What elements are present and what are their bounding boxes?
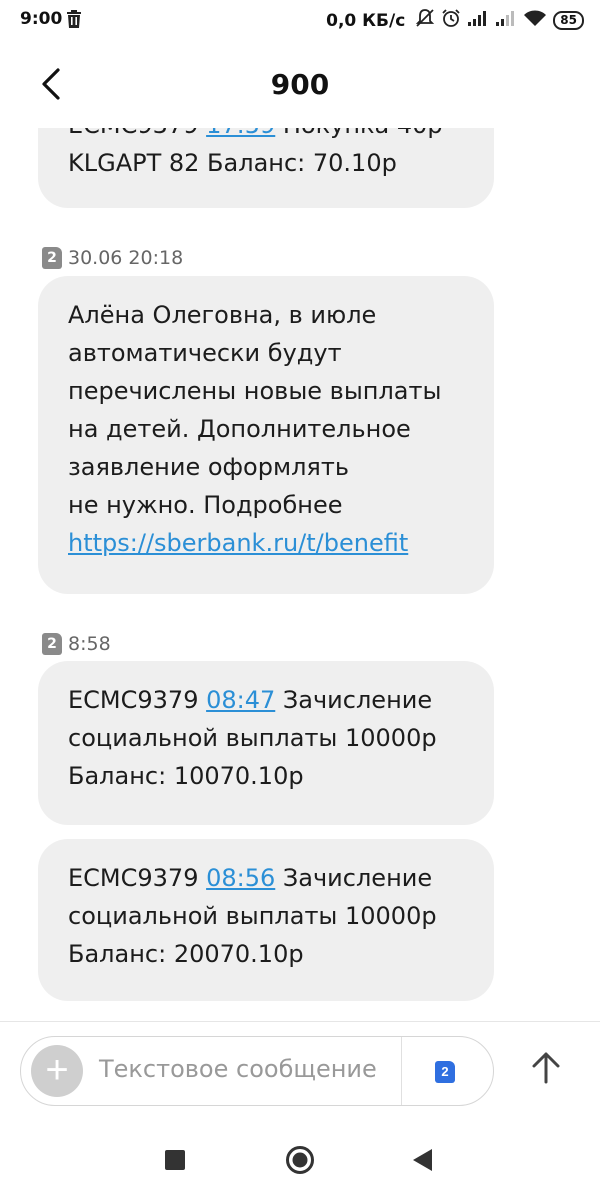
trash-icon: [66, 10, 82, 33]
triangle-back-icon: [413, 1149, 432, 1171]
message-bubble[interactable]: ECMC9379 08:56 Зачисление социальной выпл…: [38, 839, 494, 1001]
wifi-icon: [523, 9, 547, 32]
divider: [401, 1037, 402, 1105]
network-speed: 0,0 КБ/с: [326, 10, 406, 31]
message-text: Покупка 40р: [275, 128, 443, 139]
status-time: 9:00: [20, 9, 63, 29]
message-link[interactable]: 08:47: [206, 686, 275, 714]
message-text: ECMC9379: [68, 128, 206, 139]
message-line: Баланс: 20070.10р: [68, 935, 464, 973]
message-text: Зачисление: [275, 864, 433, 892]
message-line: социальной выплаты 10000р: [68, 719, 464, 757]
message-link[interactable]: 08:56: [206, 864, 275, 892]
message-text: социальной выплаты 10000р: [68, 902, 437, 930]
send-button[interactable]: [522, 1044, 570, 1092]
message-text: автоматически будут: [68, 339, 342, 367]
message-meta: 2 8:58: [42, 633, 111, 655]
message-text: не нужно. Подробнее: [68, 491, 343, 519]
message-text: Баланс: 10070.10р: [68, 762, 304, 790]
message-bubble[interactable]: ECMC9379 08:47 Зачисление социальной выпл…: [38, 661, 494, 825]
conversation-header: 900: [0, 40, 600, 128]
sim-select-button[interactable]: 2: [435, 1061, 455, 1083]
arrow-up-icon: [532, 1052, 560, 1084]
message-timestamp: 8:58: [68, 633, 111, 655]
home-button[interactable]: [285, 1145, 315, 1175]
message-meta: 2 30.06 20:18: [42, 247, 183, 269]
message-line: ECMC9379 08:56 Зачисление: [68, 859, 464, 897]
sim-badge-icon: 2: [42, 633, 62, 655]
message-text: на детей. Дополнительное: [68, 415, 411, 443]
sim-badge-icon: 2: [42, 247, 62, 269]
message-line: автоматически будут: [68, 334, 464, 372]
battery-icon: 85: [553, 11, 584, 30]
recents-button[interactable]: [165, 1150, 185, 1170]
message-line: перечислены новые выплаты: [68, 372, 464, 410]
message-line: ECMC9379 17:59 Покупка 40р: [68, 128, 464, 144]
message-line: Баланс: 10070.10р: [68, 757, 464, 795]
alarm-icon: [441, 8, 461, 33]
message-line: KLGAPT 82 Баланс: 70.10р: [68, 144, 464, 182]
message-line: Алёна Олеговна, в июле: [68, 296, 464, 334]
status-bar: 9:00 0,0 КБ/с 85: [0, 0, 600, 40]
message-text: Баланс: 20070.10р: [68, 940, 304, 968]
signal-icon: [495, 10, 517, 31]
message-link[interactable]: 17:59: [206, 128, 275, 139]
message-text: Алёна Олеговна, в июле: [68, 301, 377, 329]
message-text: перечислены новые выплаты: [68, 377, 442, 405]
plus-icon: +: [45, 1048, 69, 1092]
message-timestamp: 30.06 20:18: [68, 247, 184, 269]
system-nav-bar: [0, 1117, 600, 1198]
message-line: не нужно. Подробнее: [68, 486, 464, 524]
message-line: на детей. Дополнительное: [68, 410, 464, 448]
message-text: Зачисление: [275, 686, 433, 714]
message-bubble[interactable]: ECMC9379 17:59 Покупка 40р KLGAPT 82 Бала…: [38, 128, 494, 208]
message-line: заявление оформлять: [68, 448, 464, 486]
signal-icon: [467, 10, 489, 31]
home-circle-icon: [286, 1146, 314, 1174]
message-text: заявление оформлять: [68, 453, 349, 481]
attach-button[interactable]: +: [31, 1045, 83, 1097]
compose-bar: + Текстовое сообщение 2: [0, 1021, 600, 1117]
mute-icon: [415, 8, 435, 33]
message-input[interactable]: Текстовое сообщение: [99, 1055, 399, 1083]
message-line: социальной выплаты 10000р: [68, 897, 464, 935]
nav-back-button[interactable]: [410, 1147, 434, 1173]
message-text: ECMC9379: [68, 864, 207, 892]
message-line: https://sberbank.ru/t/benefit: [68, 524, 464, 562]
message-text: социальной выплаты 10000р: [68, 724, 437, 752]
message-text: ECMC9379: [68, 686, 207, 714]
message-text: KLGAPT 82 Баланс: 70.10р: [68, 149, 397, 177]
message-link[interactable]: https://sberbank.ru/t/benefit: [68, 529, 408, 557]
compose-field: + Текстовое сообщение 2: [20, 1036, 494, 1106]
message-bubble[interactable]: Алёна Олеговна, в июле автоматически буду…: [38, 276, 494, 594]
message-thread[interactable]: ECMC9379 17:59 Покупка 40р KLGAPT 82 Бала…: [0, 128, 600, 1021]
conversation-title: 900: [270, 68, 330, 101]
message-line: ECMC9379 08:47 Зачисление: [68, 681, 464, 719]
